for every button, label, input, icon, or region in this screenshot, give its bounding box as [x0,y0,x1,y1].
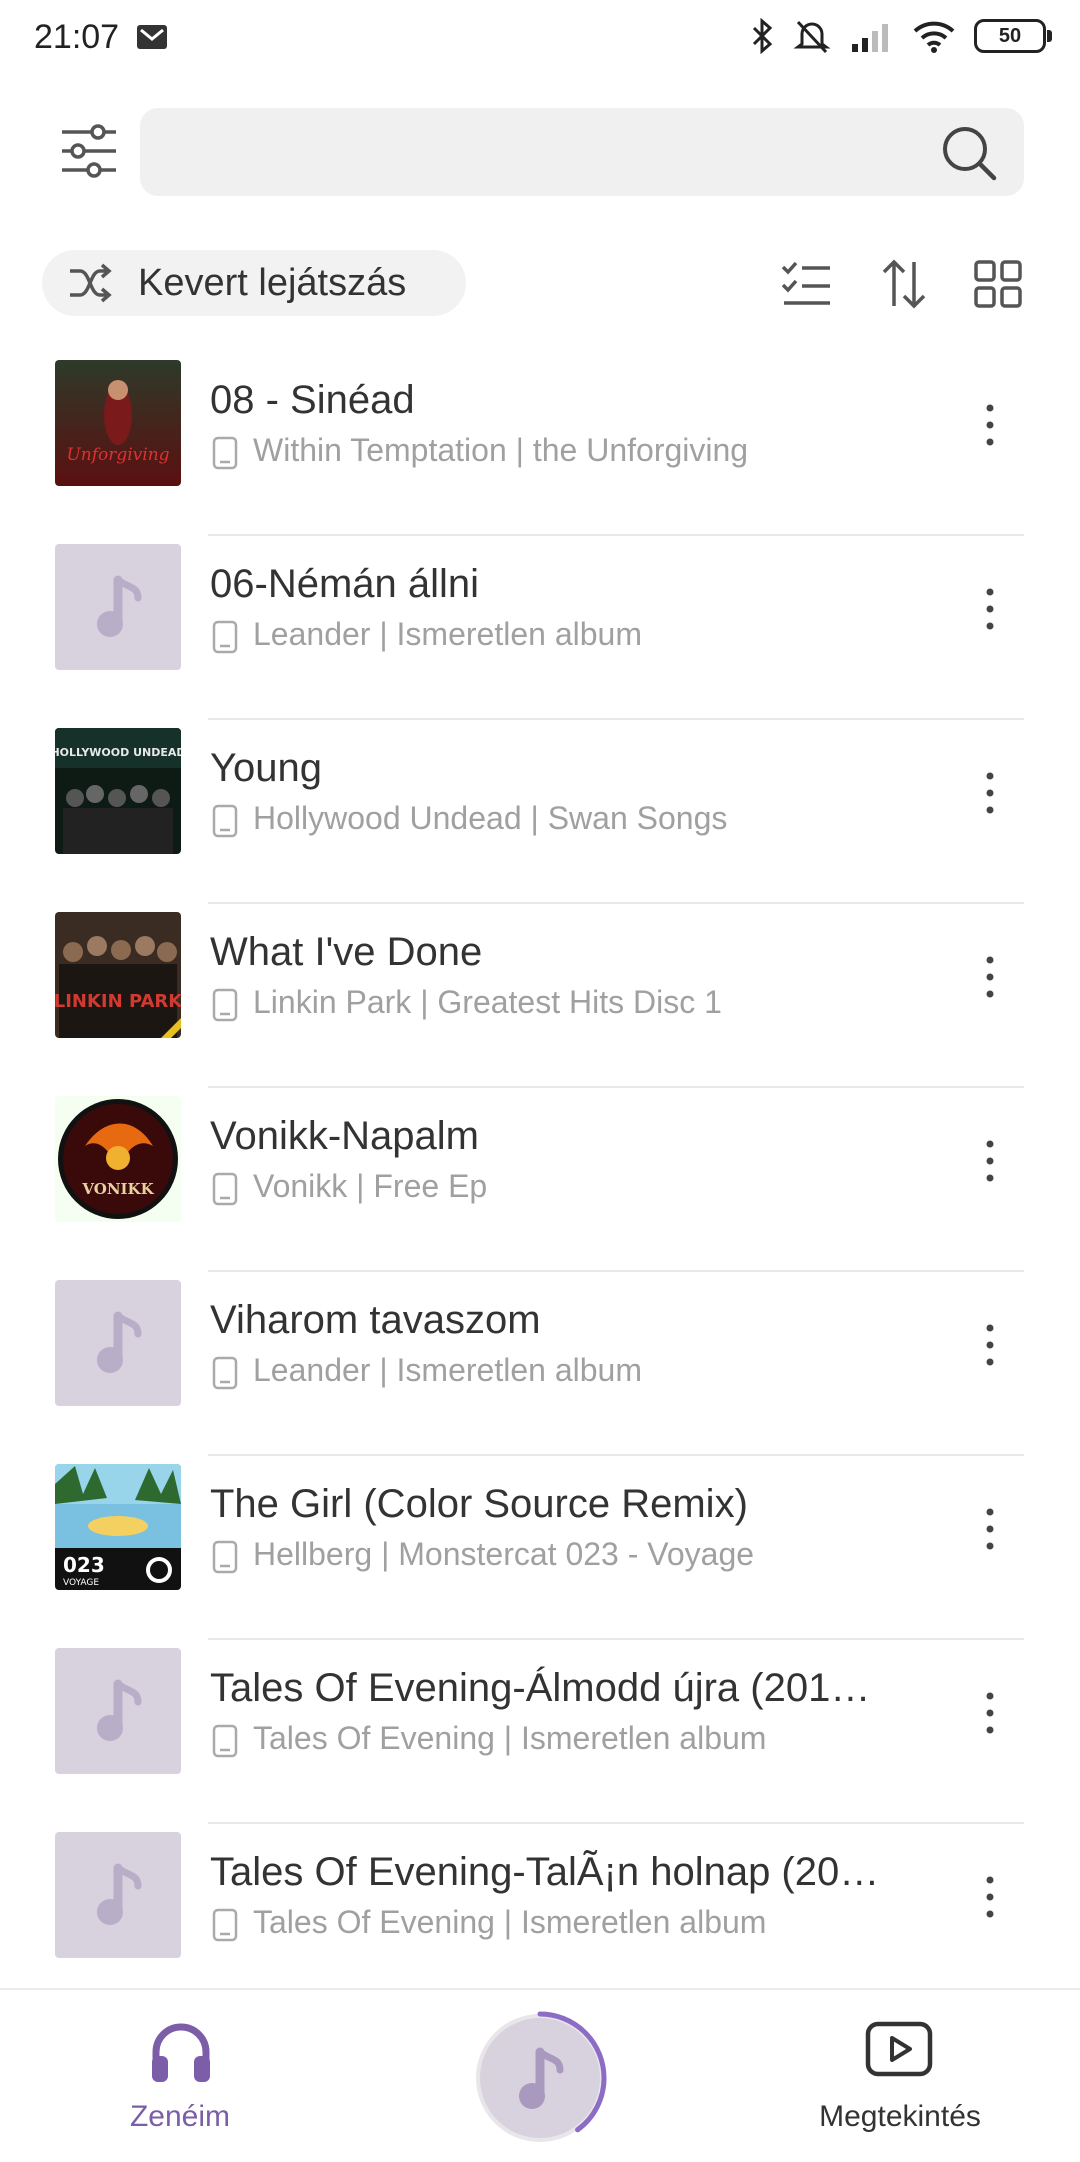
more-options-icon[interactable] [972,1136,1008,1186]
shuffle-label: Kevert lejátszás [138,261,407,304]
song-subtitle: Vonikk | Free Ep [253,1168,488,1204]
more-options-icon[interactable] [972,1872,1008,1922]
silent-icon [793,20,831,54]
album-art-vonikk: VONIKK [55,1096,181,1222]
cover-text: Unforgiving [66,445,169,465]
bluetooth-icon [752,18,773,54]
song-subtitle: Tales Of Evening | Ismeretlen album [253,1904,767,1940]
nav-watch-label: Megtekintés [819,2100,981,2133]
song-subtitle: Leander | Ismeretlen album [253,1352,642,1388]
album-art-linkin-park: LINKIN PARK [55,912,181,1038]
more-options-icon[interactable] [972,400,1008,450]
device-storage-icon [212,620,238,654]
cover-text: VOYAGE [63,1578,99,1588]
shuffle-play-button[interactable]: Kevert lejátszás [42,250,466,316]
device-storage-icon [212,436,238,470]
status-icons: 50 [750,18,1052,54]
device-storage-icon [212,804,238,838]
song-row[interactable]: 023 VOYAGE The Girl (Color Source Remix)… [0,1456,1080,1640]
song-row[interactable]: Viharom tavaszom Leander | Ismeretlen al… [0,1272,1080,1456]
song-title: Tales Of Evening-Álmodd újra (201… [210,1666,871,1710]
device-storage-icon [212,1540,238,1574]
more-options-icon[interactable] [972,1504,1008,1554]
status-bar: 21:07 50 [0,0,1080,80]
album-art-placeholder [55,1832,181,1958]
bottom-navigation: Zenéim Megtekintés [0,1988,1080,2162]
song-title: Young [210,746,322,790]
device-storage-icon [212,1172,238,1206]
song-subtitle: Tales Of Evening | Ismeretlen album [253,1720,767,1756]
more-options-icon[interactable] [972,584,1008,634]
album-art-placeholder [55,544,181,670]
filter-icon[interactable] [58,120,120,182]
device-storage-icon [212,1356,238,1390]
headphones-icon [152,2023,210,2082]
song-row[interactable]: 06-Némán állni Leander | Ismeretlen albu… [0,536,1080,720]
search-input[interactable] [140,108,1024,196]
now-playing-button[interactable] [470,2008,610,2148]
song-subtitle: Linkin Park | Greatest Hits Disc 1 [253,984,722,1020]
cover-text: 023 [63,1553,105,1577]
song-title: What I've Done [210,930,483,974]
more-options-icon[interactable] [972,768,1008,818]
album-art-placeholder [55,1280,181,1406]
cover-text: HOLLYWOOD UNDEAD [55,746,181,759]
player-progress-ring [473,2011,607,2145]
cover-text: LINKIN PARK [55,991,181,1012]
device-storage-icon [212,1908,238,1942]
album-art-swan-songs: HOLLYWOOD UNDEAD [55,728,181,854]
song-row[interactable]: Unforgiving 08 - Sinéad Within Temptatio… [0,352,1080,536]
song-title: The Girl (Color Source Remix) [210,1482,748,1526]
device-storage-icon [212,1724,238,1758]
song-title: Tales Of Evening-TalÃ¡n holnap (20… [210,1850,880,1894]
cover-text: VONIKK [81,1180,154,1198]
song-row[interactable]: VONIKK Vonikk-Napalm Vonikk | Free Ep [0,1088,1080,1272]
shuffle-icon [70,263,112,303]
music-note-icon [97,1863,142,1925]
song-title: 06-Némán állni [210,562,480,606]
album-art-unforgiving: Unforgiving [55,360,181,486]
grid-view-icon[interactable] [972,258,1024,310]
album-art-monstercat: 023 VOYAGE [55,1464,181,1590]
song-row[interactable]: HOLLYWOOD UNDEAD Young Hollywood Undead … [0,720,1080,904]
music-note-icon [97,1311,142,1373]
signal-icon [852,24,888,52]
song-subtitle: Hollywood Undead | Swan Songs [253,800,728,836]
video-play-icon [865,2021,933,2077]
more-options-icon[interactable] [972,1320,1008,1370]
nav-music[interactable]: Zenéim [50,1990,310,2162]
song-title: Vonikk-Napalm [210,1114,480,1158]
multi-select-icon[interactable] [780,258,832,310]
battery-icon: 50 [974,19,1052,53]
music-note-icon [97,575,142,637]
song-subtitle: Leander | Ismeretlen album [253,616,642,652]
song-title: Viharom tavaszom [210,1298,541,1342]
song-row[interactable]: Tales Of Evening-Álmodd újra (201… Tales… [0,1640,1080,1824]
sort-icon[interactable] [878,258,930,310]
more-options-icon[interactable] [972,1688,1008,1738]
nav-watch[interactable]: Megtekintés [770,1990,1030,2162]
album-art-placeholder [55,1648,181,1774]
song-subtitle: Within Temptation | the Unforgiving [253,432,749,468]
more-options-icon[interactable] [972,952,1008,1002]
song-list: Unforgiving 08 - Sinéad Within Temptatio… [0,352,1080,2008]
battery-level: 50 [998,24,1022,47]
mail-notification-icon [137,25,167,49]
nav-music-label: Zenéim [129,2100,231,2133]
song-row[interactable]: Tales Of Evening-TalÃ¡n holnap (20… Tale… [0,1824,1080,2008]
status-time: 21:07 [34,18,120,56]
device-storage-icon [212,988,238,1022]
search-icon[interactable] [940,124,998,182]
music-note-icon [97,1679,142,1741]
wifi-icon [913,21,955,53]
song-title: 08 - Sinéad [210,378,415,422]
song-row[interactable]: LINKIN PARK What I've Done Linkin Park |… [0,904,1080,1088]
song-subtitle: Hellberg | Monstercat 023 - Voyage [253,1536,755,1572]
